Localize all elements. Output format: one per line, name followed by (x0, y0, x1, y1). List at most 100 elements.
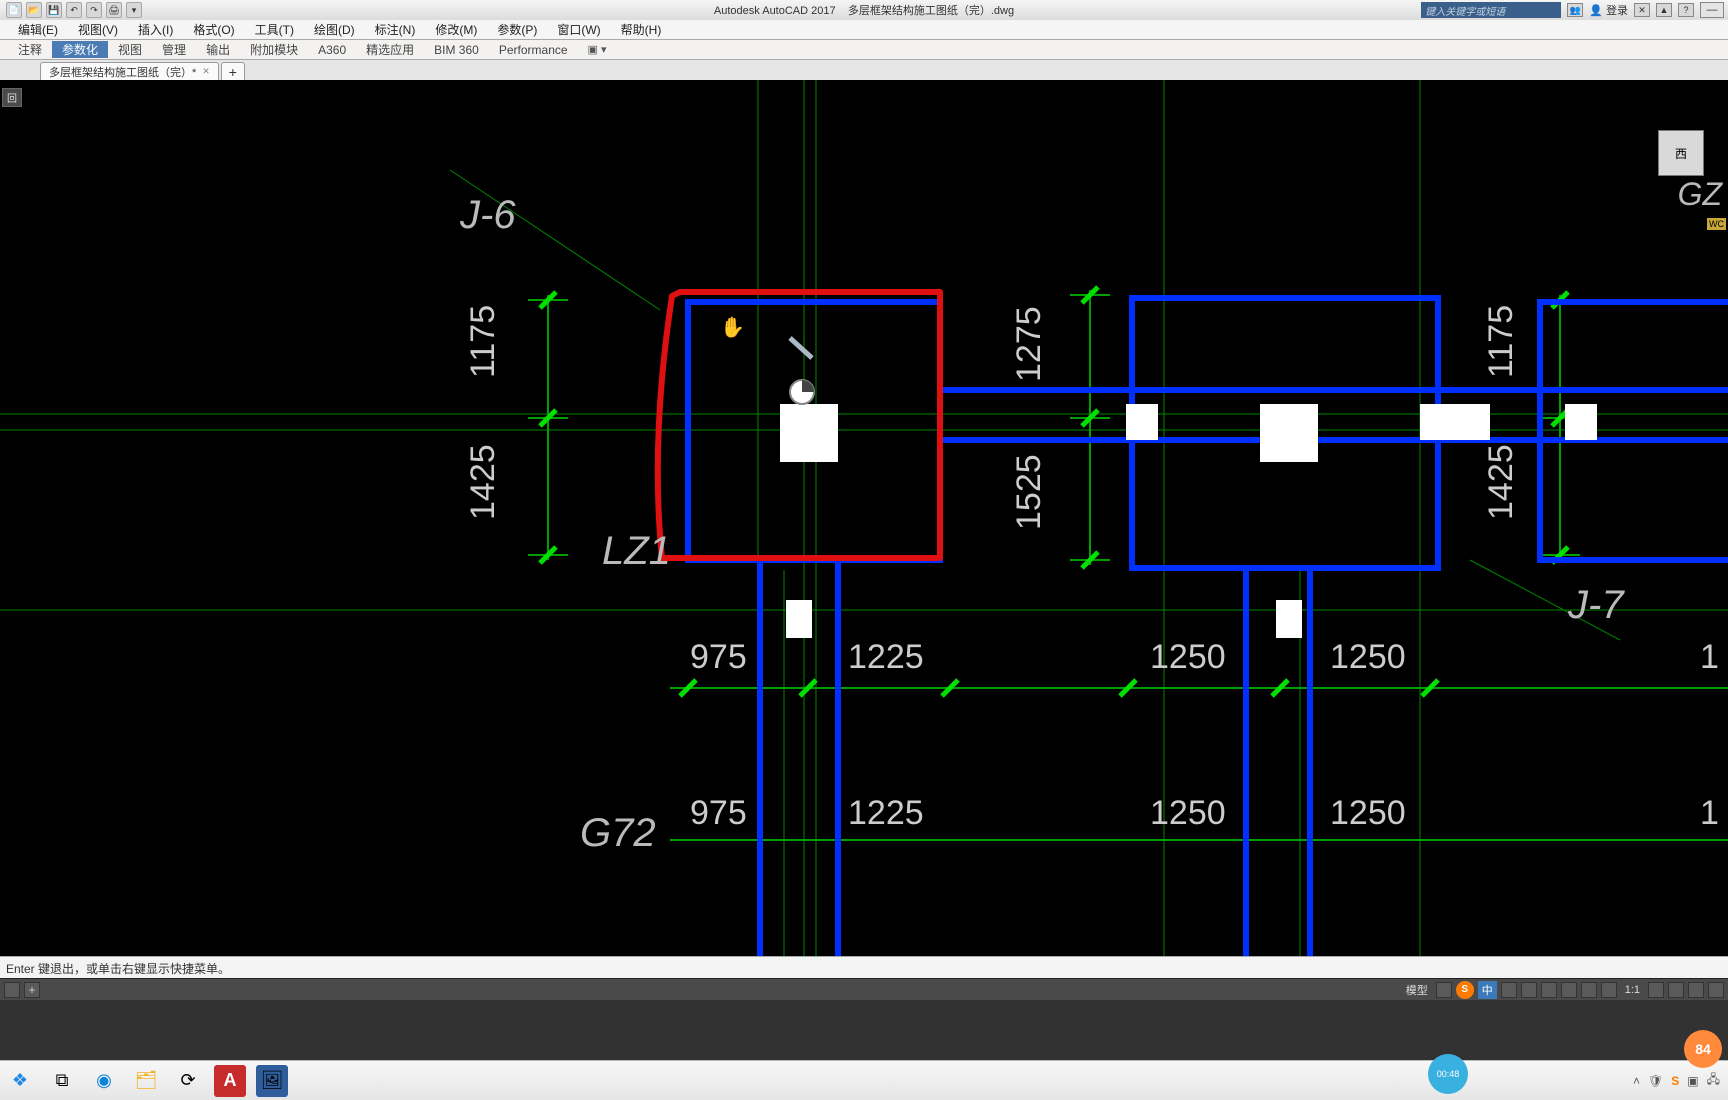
edge-icon[interactable]: ◉ (88, 1065, 120, 1097)
video-timestamp: 00:48 (1428, 1054, 1468, 1094)
file-tab-label: 多层框架结构施工图纸（完）* (49, 64, 196, 80)
menu-window[interactable]: 窗口(W) (547, 21, 610, 38)
quick-access-toolbar: 📄 📂 💾 ↶ ↷ 🖨 ▾ (0, 2, 148, 18)
tab-performance[interactable]: Performance (489, 43, 578, 57)
start-button[interactable]: ❖ (4, 1065, 36, 1097)
file-tab-add[interactable]: + (221, 62, 245, 80)
login-button[interactable]: 👤 登录 (1589, 2, 1628, 18)
sb-polar-icon[interactable] (1541, 982, 1557, 998)
file-tabs: 多层框架结构施工图纸（完）* ✕ + (0, 60, 1728, 80)
file-tab-close-icon[interactable]: ✕ (202, 66, 210, 77)
tab-view[interactable]: 视图 (108, 41, 152, 58)
dim-r1-1: 975 (690, 638, 747, 676)
wcs-badge: WC (1707, 218, 1726, 230)
unused-space (0, 1000, 1728, 1060)
sb-ortho-icon[interactable] (1521, 982, 1537, 998)
system-tray[interactable]: ˄ 🛡 S ▣ 🖧 (1633, 1070, 1720, 1091)
viewcube-face-west[interactable]: 西 (1658, 130, 1704, 176)
ime-sogou-icon[interactable]: S (1456, 981, 1474, 999)
exchange-icon[interactable]: ✕ (1634, 3, 1650, 17)
menu-tools[interactable]: 工具(T) (245, 21, 304, 38)
label-j7: J-7 (1567, 583, 1625, 627)
sb-isolate-icon[interactable] (1688, 982, 1704, 998)
tab-addins[interactable]: 附加模块 (240, 41, 308, 58)
dim-r2-2: 1225 (848, 794, 924, 832)
ribbon-toggle-icon[interactable]: ▣ ▾ (588, 43, 607, 56)
dim-r2-1: 975 (690, 794, 747, 832)
sb-annoscale-icon[interactable] (1581, 982, 1597, 998)
app-icon[interactable]: ▲ (1656, 3, 1672, 17)
menu-param[interactable]: 参数(P) (487, 21, 547, 38)
sb-osnap-icon[interactable] (1561, 982, 1577, 998)
screenshot-icon[interactable]: 🖼 (256, 1065, 288, 1097)
command-line[interactable]: Enter 键退出，或单击右键显示快捷菜单。 (0, 956, 1728, 978)
tab-output[interactable]: 输出 (196, 41, 240, 58)
viewport-badge[interactable]: 回 (2, 88, 22, 107)
sb-custom-icon[interactable] (1708, 982, 1724, 998)
menu-format[interactable]: 格式(O) (183, 21, 244, 38)
taskview-icon[interactable]: ⧉ (46, 1065, 78, 1097)
tab-annotate[interactable]: 注释 (8, 41, 52, 58)
minimize-button[interactable]: — (1700, 2, 1724, 18)
model-tab[interactable] (4, 982, 20, 998)
sb-snap-icon[interactable] (1501, 982, 1517, 998)
chrome-icon[interactable]: ⟳ (172, 1065, 204, 1097)
menu-draw[interactable]: 绘图(D) (304, 21, 365, 38)
menu-dim[interactable]: 标注(N) (365, 21, 426, 38)
tab-a360[interactable]: A360 (308, 43, 356, 57)
sb-workspace-icon[interactable] (1601, 982, 1617, 998)
dim-v-mid-1: 1275 (1010, 306, 1048, 382)
windows-taskbar: ❖ ⧉ ◉ 🗂 ⟳ A 🖼 00:48 84 ˄ 🛡 S ▣ 🖧 (0, 1060, 1728, 1100)
menu-help[interactable]: 帮助(H) (611, 21, 672, 38)
tray-app-icon[interactable]: ▣ (1687, 1074, 1698, 1088)
tray-chevron-icon[interactable]: ˄ (1633, 1074, 1640, 1088)
qat-redo-icon[interactable]: ↷ (86, 2, 102, 18)
dim-v-left-1: 1175 (464, 305, 502, 378)
tab-featured[interactable]: 精选应用 (356, 41, 424, 58)
qat-undo-icon[interactable]: ↶ (66, 2, 82, 18)
qat-dropdown-icon[interactable]: ▾ (126, 2, 142, 18)
qat-open-icon[interactable]: 📂 (26, 2, 42, 18)
qat-save-icon[interactable]: 💾 (46, 2, 62, 18)
doc-name: 多层框架结构施工图纸（完）.dwg (848, 5, 1014, 17)
sb-grid-icon[interactable] (1436, 982, 1452, 998)
statusbar: + 模型 S 中 1:1 (0, 978, 1728, 1000)
tab-parametric[interactable]: 参数化 (52, 41, 108, 58)
menu-modify[interactable]: 修改(M) (425, 21, 487, 38)
tray-sogou-icon[interactable]: S (1671, 1074, 1679, 1088)
infocenter-icon[interactable]: 👥 (1567, 3, 1583, 17)
layout-add[interactable]: + (24, 982, 40, 998)
dim-r1-3: 1250 (1150, 638, 1226, 676)
dim-v-right-2: 1425 (1482, 444, 1520, 520)
sb-clean-icon[interactable] (1668, 982, 1684, 998)
app-name: Autodesk AutoCAD 2017 (714, 5, 836, 17)
drawing-viewport[interactable]: 回 (0, 80, 1728, 956)
dim-r1-extra: 1 (1700, 638, 1719, 676)
dim-r1-4: 1250 (1330, 638, 1406, 676)
tab-manage[interactable]: 管理 (152, 41, 196, 58)
dim-r2-3: 1250 (1150, 794, 1226, 832)
qat-print-icon[interactable]: 🖨 (106, 2, 122, 18)
menu-edit[interactable]: 编辑(E) (8, 21, 68, 38)
file-tab-active[interactable]: 多层框架结构施工图纸（完）* ✕ (40, 62, 219, 80)
tray-net-icon[interactable]: 🖧 (1707, 1070, 1720, 1091)
menu-insert[interactable]: 插入(I) (128, 21, 183, 38)
ribbon-tabs: 注释 参数化 视图 管理 输出 附加模块 A360 精选应用 BIM 360 P… (0, 40, 1728, 60)
tray-shield-icon[interactable]: 🛡 (1648, 1074, 1663, 1088)
sb-gear-icon[interactable] (1648, 982, 1664, 998)
dim-v-right-1: 1175 (1482, 305, 1520, 378)
ime-zh-icon[interactable]: 中 (1478, 981, 1497, 999)
search-input[interactable]: 键入关键字或短语 (1421, 2, 1561, 18)
sb-model-label[interactable]: 模型 (1402, 982, 1432, 998)
qat-new-icon[interactable]: 📄 (6, 2, 22, 18)
explorer-icon[interactable]: 🗂 (130, 1065, 162, 1097)
dim-v-left-2: 1425 (464, 444, 502, 520)
tab-bim360[interactable]: BIM 360 (424, 43, 489, 57)
sb-scale-label[interactable]: 1:1 (1621, 984, 1644, 996)
autocad-icon[interactable]: A (214, 1065, 246, 1097)
pan-cursor-icon: ✋ (720, 315, 745, 340)
help-icon[interactable]: ? (1678, 3, 1694, 17)
menu-view[interactable]: 视图(V) (68, 21, 128, 38)
menubar: 编辑(E) 视图(V) 插入(I) 格式(O) 工具(T) 绘图(D) 标注(N… (0, 20, 1728, 40)
dim-r2-extra: 1 (1700, 794, 1719, 832)
